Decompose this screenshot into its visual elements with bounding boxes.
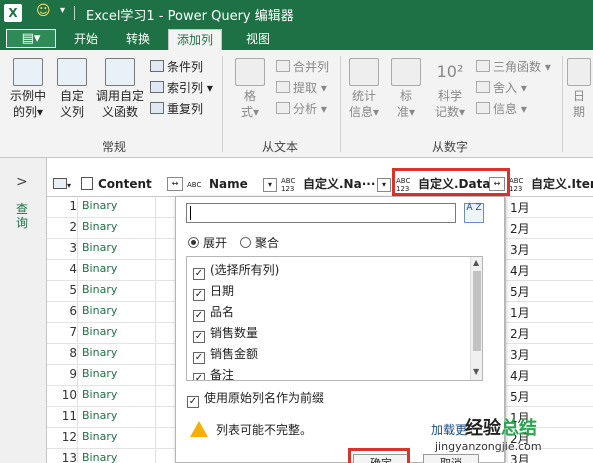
scroll-up-icon[interactable]: ▲: [473, 258, 479, 267]
expand-column-dialog: A Z 展开 聚合 ✓ (选择所有列) ✓ 日期 ✓ 品名 ✓ 销售数量 ✓ 销售金额 ✓ 备注 ▲ …: [175, 196, 505, 463]
column-checkbox-item[interactable]: ✓ 销售数量: [193, 324, 258, 343]
column-checkbox-item[interactable]: ✓ 备注: [193, 366, 234, 380]
checkbox[interactable]: ✓: [193, 310, 205, 322]
sort-az-icon[interactable]: A Z: [464, 203, 484, 223]
checkbox[interactable]: ✓: [193, 352, 205, 364]
column-checkbox-item[interactable]: ✓ (选择所有列): [193, 261, 279, 280]
column-checkbox-item[interactable]: ✓ 品名: [193, 303, 234, 322]
column-checkbox-item[interactable]: ✓ 销售金额: [193, 345, 258, 364]
ok-highlight-box: [348, 448, 410, 463]
radio-expand[interactable]: 展开: [188, 234, 227, 251]
watermark-brand: 经验总结: [465, 418, 537, 439]
incomplete-warning: 列表可能不完整。: [190, 421, 312, 438]
scroll-down-icon[interactable]: ▼: [473, 367, 479, 376]
scroll-thumb[interactable]: [473, 271, 481, 351]
radio-aggregate[interactable]: 聚合: [240, 234, 279, 251]
column-checkbox-list: ✓ (选择所有列) ✓ 日期 ✓ 品名 ✓ 销售数量 ✓ 销售金额 ✓ 备注 ▲ ▼: [186, 256, 483, 381]
checkbox[interactable]: ✓: [193, 268, 205, 280]
cancel-button[interactable]: 取消: [423, 454, 479, 463]
warning-icon: [190, 421, 208, 437]
column-checkbox-item[interactable]: ✓ 日期: [193, 282, 234, 301]
list-scrollbar[interactable]: ▲ ▼: [470, 257, 482, 380]
load-more-link[interactable]: 加载更: [431, 421, 467, 438]
checkbox[interactable]: ✓: [193, 289, 205, 301]
checkbox[interactable]: ✓: [193, 373, 205, 380]
checkbox[interactable]: ✓: [193, 331, 205, 343]
watermark-url: jingyanzongjie.com: [435, 440, 542, 453]
column-search-input[interactable]: [186, 203, 456, 223]
use-prefix-checkbox[interactable]: ✓ 使用原始列名作为前缀: [187, 389, 324, 408]
